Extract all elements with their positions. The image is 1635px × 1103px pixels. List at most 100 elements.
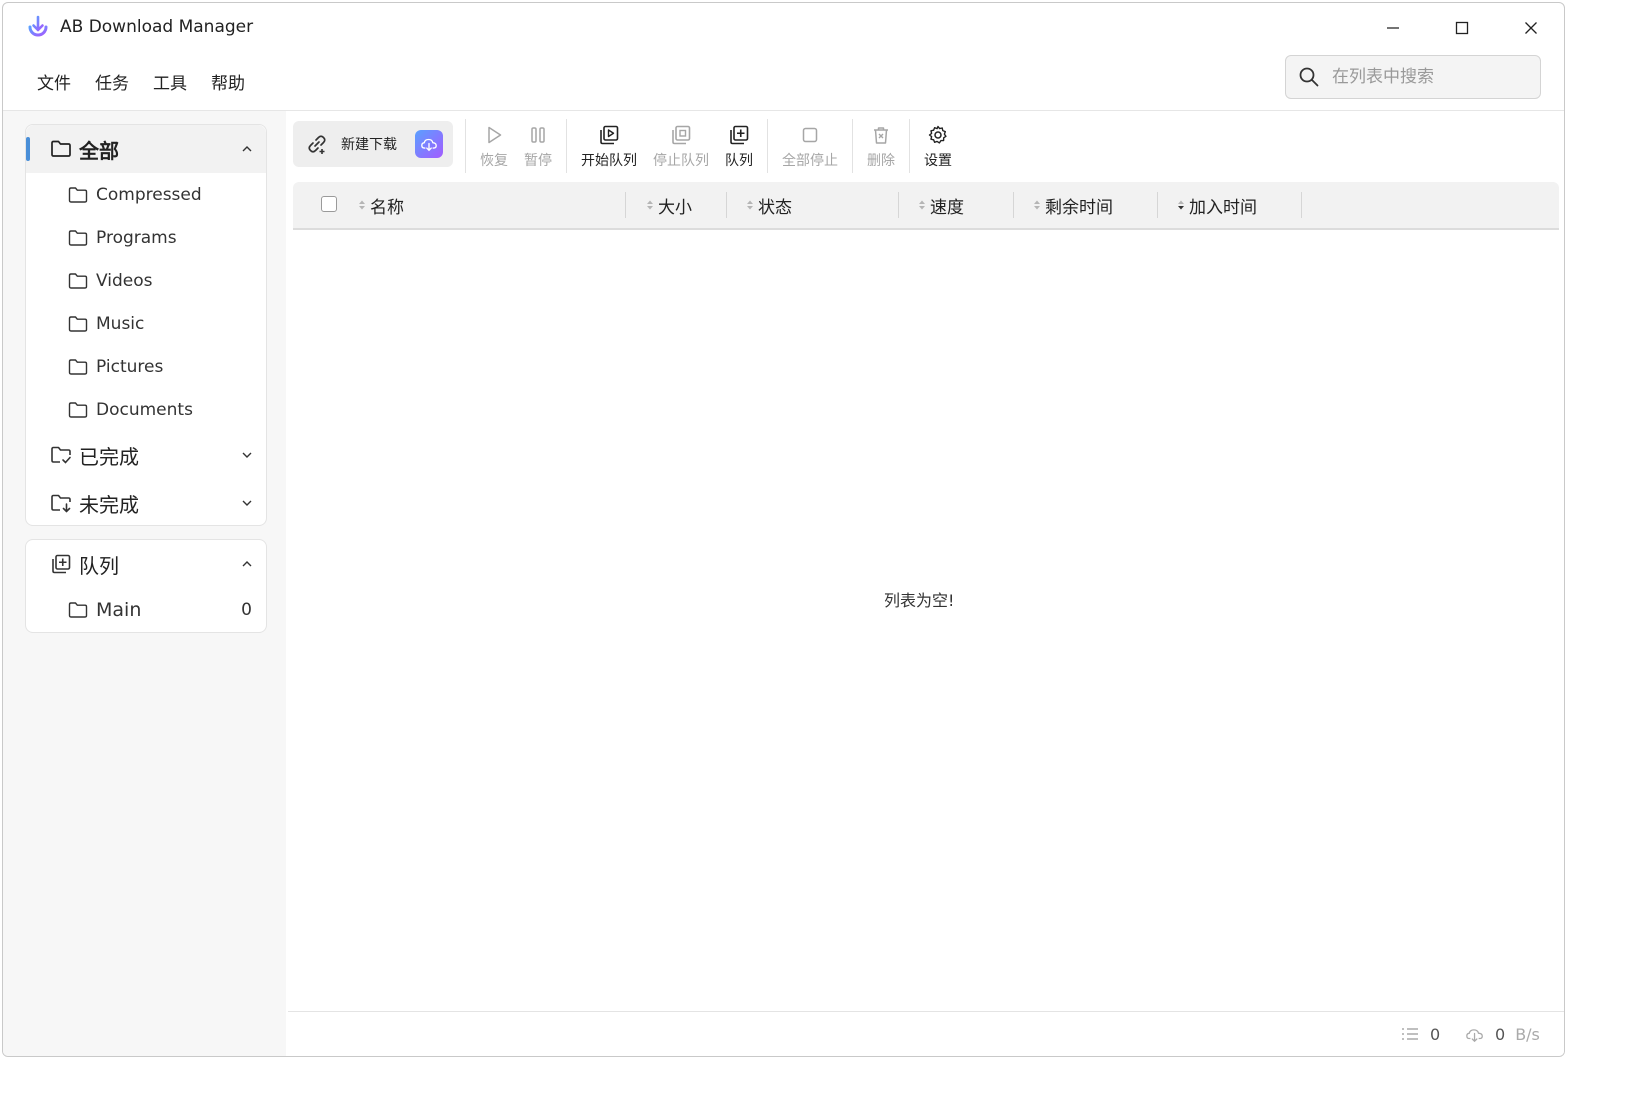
- chevron-up-icon[interactable]: [240, 557, 254, 571]
- search-icon: [1299, 67, 1319, 87]
- delete-button[interactable]: 删除: [859, 121, 903, 173]
- stop-queue-button[interactable]: 停止队列: [645, 121, 717, 173]
- queue-add-icon: [52, 554, 71, 574]
- resume-button[interactable]: 恢复: [472, 121, 516, 173]
- pause-button[interactable]: 暂停: [516, 121, 560, 173]
- column-divider[interactable]: [726, 192, 727, 218]
- folder-icon: [68, 315, 88, 332]
- queue-stop-icon: [672, 125, 691, 145]
- category-item-compressed[interactable]: Compressed: [26, 173, 266, 216]
- toolbar-separator: [465, 119, 466, 173]
- category-item-pictures[interactable]: Pictures: [26, 345, 266, 388]
- category-item-label: Programs: [96, 227, 177, 248]
- queue-item-count: 0: [241, 599, 252, 620]
- status-bar: 0 0 B/s: [288, 1011, 1564, 1056]
- queue-item-main[interactable]: Main 0: [26, 588, 266, 631]
- menu-file[interactable]: 文件: [25, 65, 83, 98]
- menu-bar: 文件 任务 工具 帮助: [25, 65, 257, 98]
- toolbar-separator: [566, 119, 567, 173]
- sort-icon: [1034, 200, 1040, 210]
- app-window: AB Download Manager 文件 任务 工具 帮助 全部: [2, 2, 1565, 1057]
- queue-item-label: Main: [96, 598, 142, 621]
- close-button[interactable]: [1511, 11, 1551, 45]
- column-divider[interactable]: [1157, 192, 1158, 218]
- column-divider[interactable]: [1013, 192, 1014, 218]
- folder-icon: [51, 140, 71, 157]
- category-completed-label: 已完成: [79, 444, 139, 469]
- maximize-button[interactable]: [1442, 11, 1482, 45]
- queue-button[interactable]: 队列: [717, 121, 761, 173]
- menu-tools[interactable]: 工具: [141, 65, 199, 98]
- queue-header[interactable]: 队列: [26, 540, 266, 588]
- settings-button[interactable]: 设置: [916, 121, 960, 173]
- toolbar-separator: [909, 119, 910, 173]
- play-icon: [488, 126, 502, 144]
- start-queue-button[interactable]: 开始队列: [573, 121, 645, 173]
- column-divider[interactable]: [625, 192, 626, 218]
- stop-all-button[interactable]: 全部停止: [774, 121, 846, 173]
- app-logo-icon: [28, 15, 48, 37]
- column-status[interactable]: 状态: [745, 182, 792, 228]
- sidebar: 全部 Compressed Programs Videos Music Pict…: [3, 111, 286, 1056]
- category-unfinished-label: 未完成: [79, 492, 139, 517]
- category-item-label: Pictures: [96, 356, 164, 377]
- new-download-button[interactable]: 新建下载: [293, 121, 453, 167]
- queue-panel: 队列 Main 0: [25, 539, 267, 633]
- select-all-checkbox[interactable]: [321, 196, 337, 212]
- download-speed: 0 B/s: [1465, 1012, 1540, 1056]
- column-speed[interactable]: 速度: [917, 182, 964, 228]
- list-icon: [1402, 1028, 1418, 1040]
- column-added-time[interactable]: 加入时间: [1176, 182, 1257, 228]
- pause-label: 暂停: [524, 153, 552, 169]
- category-item-label: Videos: [96, 270, 153, 291]
- folder-icon: [68, 601, 88, 618]
- main-area: 新建下载 恢复 暂停 开始队列 停止队列 队列 全部停止 删除 设置 名称 大小…: [288, 111, 1564, 1056]
- maximize-icon: [1455, 21, 1469, 35]
- chevron-down-icon[interactable]: [240, 496, 254, 510]
- menu-tasks[interactable]: 任务: [83, 65, 141, 98]
- column-label: 加入时间: [1189, 197, 1257, 218]
- resume-label: 恢复: [480, 153, 508, 169]
- column-divider[interactable]: [1301, 192, 1302, 218]
- new-download-label: 新建下载: [341, 137, 397, 153]
- minimize-button[interactable]: [1373, 11, 1413, 45]
- category-completed[interactable]: 已完成: [26, 431, 266, 479]
- stop-all-label: 全部停止: [782, 153, 838, 169]
- table-header: 名称 大小 状态 速度 剩余时间 加入时间: [293, 182, 1559, 230]
- folder-icon: [68, 358, 88, 375]
- cloud-download-icon[interactable]: [415, 130, 443, 158]
- queue-header-label: 队列: [79, 553, 119, 578]
- download-speed-unit: B/s: [1515, 1024, 1540, 1044]
- title-bar: AB Download Manager: [3, 3, 1564, 53]
- folder-icon: [68, 186, 88, 203]
- window-title: AB Download Manager: [60, 17, 254, 37]
- column-remaining-time[interactable]: 剩余时间: [1032, 182, 1113, 228]
- category-item-label: Documents: [96, 399, 193, 420]
- column-name[interactable]: 名称: [357, 182, 404, 228]
- menu-help[interactable]: 帮助: [199, 65, 257, 98]
- folder-icon: [68, 229, 88, 246]
- category-item-label: Music: [96, 313, 145, 334]
- category-item-documents[interactable]: Documents: [26, 388, 266, 431]
- category-unfinished[interactable]: 未完成: [26, 479, 266, 527]
- sort-descending-icon: [1178, 200, 1184, 210]
- queue-label: 队列: [725, 153, 753, 169]
- queue-add-icon: [730, 125, 749, 145]
- category-list: Compressed Programs Videos Music Picture…: [26, 173, 266, 431]
- pause-icon: [531, 127, 545, 143]
- column-size[interactable]: 大小: [645, 182, 692, 228]
- chevron-up-icon[interactable]: [240, 142, 254, 156]
- minimize-icon: [1387, 27, 1399, 29]
- category-item-label: Compressed: [96, 184, 202, 205]
- chevron-down-icon[interactable]: [240, 448, 254, 462]
- stop-icon: [802, 127, 818, 143]
- category-item-programs[interactable]: Programs: [26, 216, 266, 259]
- column-divider[interactable]: [898, 192, 899, 218]
- category-item-music[interactable]: Music: [26, 302, 266, 345]
- search-input[interactable]: [1330, 66, 1534, 88]
- category-all-label: 全部: [79, 138, 119, 163]
- folder-icon: [68, 272, 88, 289]
- category-all[interactable]: 全部: [26, 125, 266, 173]
- stop-queue-label: 停止队列: [653, 153, 709, 169]
- category-item-videos[interactable]: Videos: [26, 259, 266, 302]
